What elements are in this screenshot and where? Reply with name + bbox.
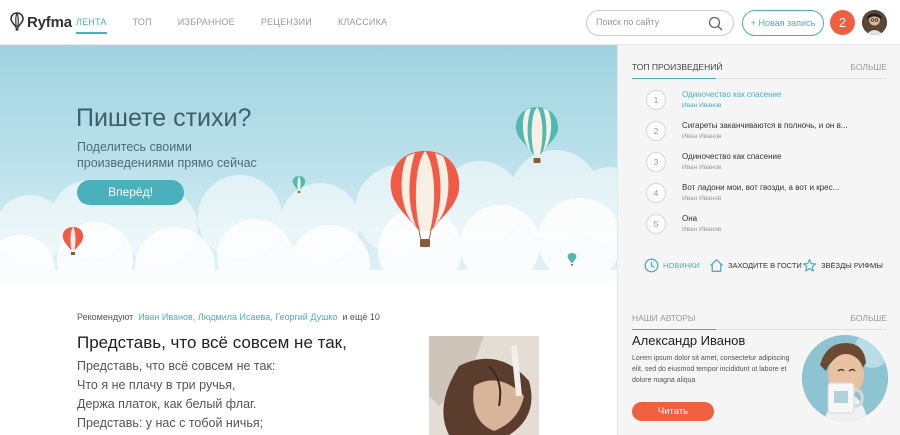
poem-line: Представь, что всё совсем не так:: [77, 359, 276, 373]
poem-photo-illustration: [429, 336, 539, 435]
work-author: Иван Иванов: [682, 102, 722, 109]
hero-cta-button[interactable]: Вперёд!: [77, 180, 184, 205]
main-nav: ЛЕНТА ТОП ИЗБРАННОЕ РЕЦЕНЗИИ КЛАССИКА: [76, 0, 413, 45]
top-work-item[interactable]: 4 Вот ладони мои, вот гвозди, а вот и кр…: [646, 181, 881, 211]
search-input[interactable]: [596, 17, 706, 27]
search-icon[interactable]: [708, 16, 723, 31]
hero-subtitle: Поделитесь своими произведениями прямо с…: [77, 140, 257, 170]
quick-link-label: НОВИНКИ: [663, 260, 700, 270]
authors-header: НАШИ АВТОРЫ БОЛЬШЕ: [632, 313, 887, 330]
recommender-link[interactable]: Георгий Душко: [275, 312, 337, 322]
work-title: Она: [682, 214, 698, 223]
work-author: Иван Иванов: [682, 133, 722, 140]
quick-link-visit[interactable]: ЗАХОДИТЕ В ГОСТИ: [709, 256, 802, 274]
home-icon: [710, 258, 723, 272]
logo[interactable]: Ryfma: [10, 12, 72, 32]
poem-excerpt: Представь, что всё совсем не так: Что я …: [77, 357, 275, 433]
new-post-button[interactable]: + Новая запись: [742, 10, 824, 36]
rank-number: 5: [646, 214, 666, 234]
nav-tab-top[interactable]: ТОП: [133, 0, 152, 45]
section-divider: [632, 329, 887, 330]
right-sidebar: ТОП ПРОИЗВЕДЕНИЙ БОЛЬШЕ 1 Одиночество ка…: [617, 45, 900, 435]
nav-tab-reviews[interactable]: РЕЦЕНЗИИ: [261, 0, 312, 45]
top-work-item[interactable]: 2 Сигареты заканчиваются в полночь, и он…: [646, 119, 881, 149]
nav-tab-feed[interactable]: ЛЕНТА: [76, 0, 107, 45]
work-title: Одиночество как спасение: [682, 90, 782, 99]
top-work-item[interactable]: 1 Одиночество как спасение Иван Иванов: [646, 88, 881, 118]
read-button[interactable]: Читать: [632, 402, 714, 421]
notification-badge[interactable]: 2: [830, 10, 855, 35]
author-name[interactable]: Александр Иванов: [632, 333, 745, 348]
poem-line: Держа платок, как белый флаг.: [77, 397, 257, 411]
work-title: Вот ладони мои, вот гвозди, а вот и крес…: [682, 183, 840, 192]
nav-tab-favorites[interactable]: ИЗБРАННОЕ: [178, 0, 235, 45]
rank-number: 2: [646, 121, 666, 141]
avatar-image: [862, 10, 887, 35]
recommend-prefix: Рекомендуют: [77, 312, 134, 322]
recommend-suffix[interactable]: и ещё 10: [342, 312, 379, 322]
author-bio: Lorem ipsum dolor sit amet, consectetur …: [632, 355, 790, 384]
authors-title: НАШИ АВТОРЫ: [632, 313, 696, 323]
quick-link-new[interactable]: НОВИНКИ: [644, 256, 700, 274]
recommender-link[interactable]: Людмила Исаева: [198, 312, 270, 322]
balloon-logo-icon: [10, 12, 24, 31]
poem-line: Представь: у нас с тобой ничья;: [77, 416, 264, 430]
top-works-more-link[interactable]: БОЛЬШЕ: [850, 62, 887, 72]
quick-link-label: ЗВЁЗДЫ РИФМЫ: [821, 260, 883, 270]
quick-link-label: ЗАХОДИТЕ В ГОСТИ: [728, 260, 802, 270]
poem-image[interactable]: [429, 336, 539, 435]
rank-number: 1: [646, 90, 666, 110]
rank-number: 4: [646, 183, 666, 203]
work-title: Одиночество как спасение: [682, 152, 782, 161]
work-title: Сигареты заканчиваются в полночь, и он в…: [682, 121, 848, 130]
section-divider: [632, 78, 887, 79]
work-author: Иван Иванов: [682, 195, 722, 202]
poem-line: Что я не плачу в три ручья,: [77, 378, 236, 392]
rank-number: 3: [646, 152, 666, 172]
nav-tab-classics[interactable]: КЛАССИКА: [338, 0, 387, 45]
clock-icon: [644, 258, 659, 272]
top-works-title: ТОП ПРОИЗВЕДЕНИЙ: [632, 62, 723, 72]
user-avatar[interactable]: [862, 10, 887, 35]
recommender-link[interactable]: Иван Иванов: [138, 312, 193, 322]
star-icon: [802, 258, 817, 272]
poem-title[interactable]: Представь, что всё совсем не так,: [77, 333, 347, 353]
hero-banner: Пишете стихи? Поделитесь своими произвед…: [0, 45, 617, 285]
top-work-item[interactable]: 3 Одиночество как спасение Иван Иванов: [646, 150, 881, 180]
quick-links: НОВИНКИ ЗАХОДИТЕ В ГОСТИ ЗВЁЗДЫ РИФМЫ: [644, 256, 894, 274]
top-header: Ryfma ЛЕНТА ТОП ИЗБРАННОЕ РЕЦЕНЗИИ КЛАСС…: [0, 0, 900, 45]
work-author: Иван Иванов: [682, 164, 722, 171]
author-photo-illustration: [802, 335, 888, 421]
top-works-header: ТОП ПРОИЗВЕДЕНИЙ БОЛЬШЕ: [632, 62, 887, 79]
author-avatar[interactable]: [802, 335, 888, 421]
work-author: Иван Иванов: [682, 226, 722, 233]
recommend-line: Рекомендуют Иван Иванов, Людмила Исаева,…: [77, 312, 380, 322]
search-box: [586, 10, 734, 36]
quick-link-stars[interactable]: ЗВЁЗДЫ РИФМЫ: [802, 256, 883, 274]
top-work-item[interactable]: 5 Она Иван Иванов: [646, 212, 881, 242]
brand-name: Ryfma: [27, 13, 72, 31]
hero-title: Пишете стихи?: [76, 104, 252, 132]
authors-more-link[interactable]: БОЛЬШЕ: [850, 313, 887, 323]
